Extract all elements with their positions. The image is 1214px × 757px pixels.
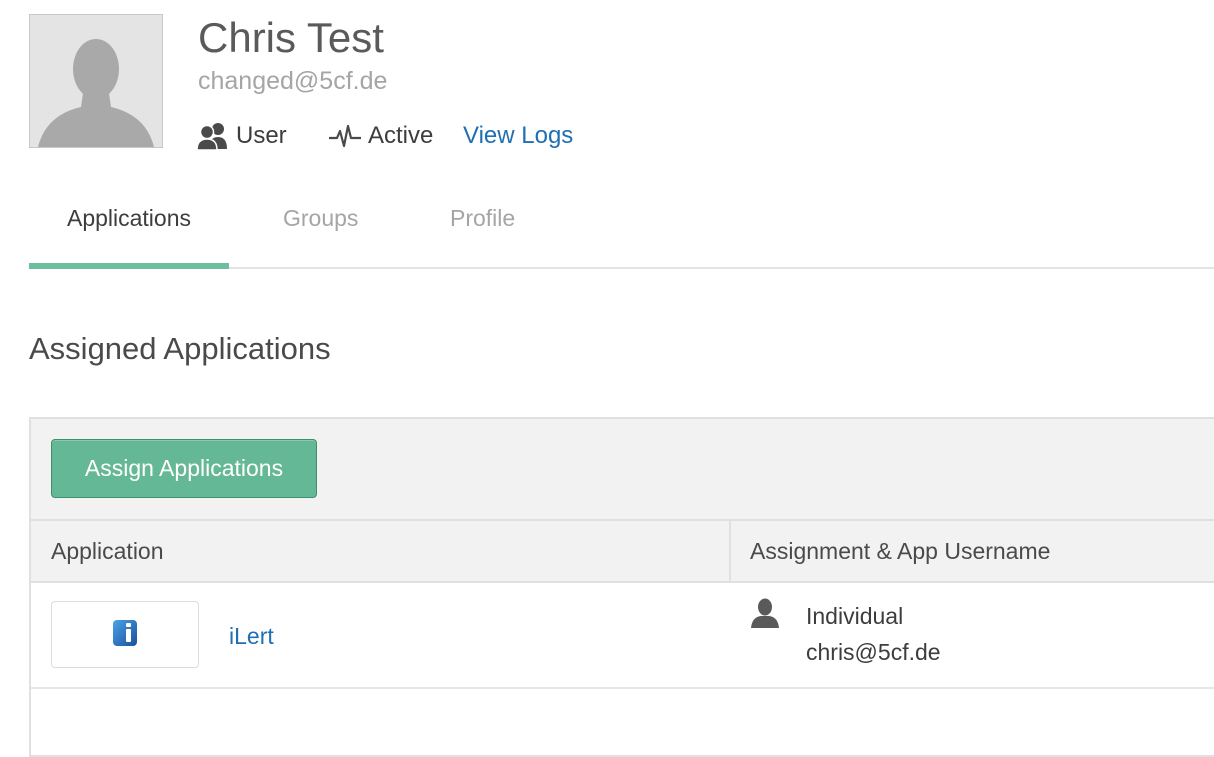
app-username: chris@5cf.de — [806, 639, 941, 665]
avatar-placeholder-icon — [30, 15, 162, 147]
user-full-name: Chris Test — [198, 14, 384, 61]
app-name-link[interactable]: iLert — [229, 621, 274, 651]
column-header-application: Application — [51, 538, 164, 564]
tab-bar: Applications Groups Profile — [29, 190, 1214, 269]
user-status-label: Active — [368, 122, 434, 149]
view-logs-link[interactable]: View Logs — [463, 120, 573, 152]
section-title: Assigned Applications — [29, 331, 331, 366]
user-icon — [196, 123, 227, 151]
user-role-label: User — [236, 122, 287, 149]
table-header: Application Assignment & App Username — [31, 521, 1214, 583]
pulse-icon — [329, 124, 361, 148]
ilert-logo-icon — [113, 620, 137, 646]
tab-groups[interactable]: Groups — [283, 190, 358, 269]
column-header-assignment: Assignment & App Username — [750, 538, 1051, 564]
avatar — [29, 14, 163, 148]
person-icon — [751, 598, 779, 628]
user-email: changed@5cf.de — [198, 67, 388, 95]
column-divider — [729, 521, 731, 581]
user-role: User — [196, 120, 287, 152]
panel-toolbar: Assign Applications — [31, 419, 1214, 521]
table-row: iLert Individual chris@5cf.de — [31, 583, 1214, 689]
assignment-type: Individual — [806, 603, 904, 629]
assign-applications-button[interactable]: Assign Applications — [51, 439, 317, 498]
user-status: Active — [328, 120, 433, 152]
tab-profile[interactable]: Profile — [450, 190, 515, 269]
app-logo-button[interactable] — [51, 601, 199, 668]
assigned-applications-panel: Assign Applications Application Assignme… — [29, 417, 1214, 757]
tab-applications[interactable]: Applications — [29, 190, 229, 269]
